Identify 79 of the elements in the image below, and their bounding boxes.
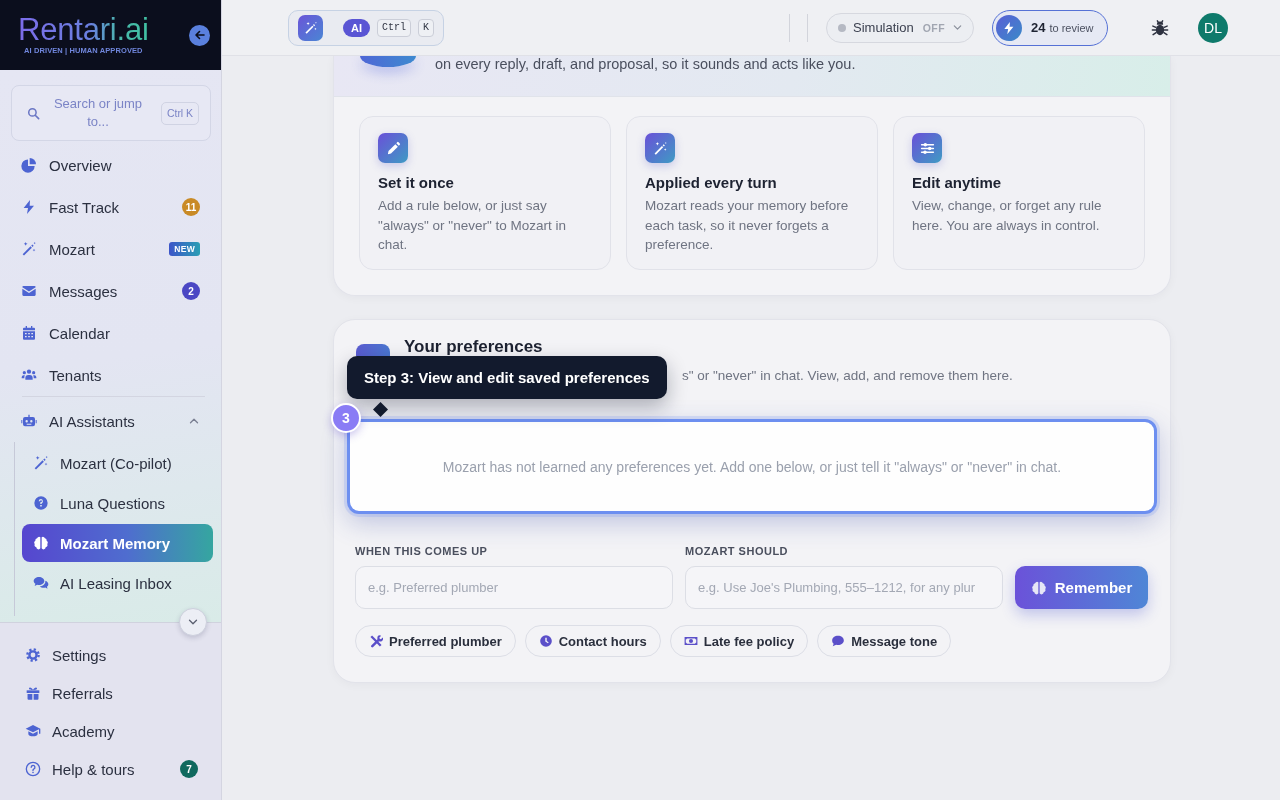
arrow-left-icon bbox=[193, 29, 206, 41]
text-input[interactable]: e.g. Preferred plumber bbox=[355, 566, 673, 609]
help-icon bbox=[25, 761, 41, 777]
nav-item[interactable]: Help & tours bbox=[0, 752, 143, 786]
speech-bubble-icon bbox=[831, 634, 846, 648]
nav-item[interactable]: Academy bbox=[0, 714, 123, 748]
brain-icon bbox=[33, 535, 49, 551]
nav-item[interactable]: Mozart Memory bbox=[22, 524, 213, 562]
lightning-icon bbox=[996, 14, 1022, 41]
field-label: MOZART SHOULD bbox=[685, 545, 790, 558]
nav-item[interactable]: Calendar bbox=[0, 314, 118, 352]
user-avatar[interactable]: DL bbox=[1198, 12, 1228, 43]
simulation-toggle[interactable]: Simulation OFF bbox=[826, 12, 974, 43]
feature-description: Mozart reads your memory before each task, so it never forgets a preference. bbox=[645, 197, 850, 254]
suggestion-chip[interactable]: Message tone bbox=[817, 625, 952, 657]
settings-icon bbox=[25, 647, 41, 663]
nav-item[interactable]: Luna Questions bbox=[22, 484, 213, 522]
suggestion-chip[interactable]: Contact hours bbox=[524, 625, 661, 657]
feature-description: Add a rule below, or just say "always" or "never" to Mozart in chat. bbox=[378, 197, 567, 254]
people-icon bbox=[21, 367, 37, 383]
nav-item[interactable]: Tenants bbox=[0, 356, 110, 394]
nav-item[interactable]: AI Leasing Inbox bbox=[22, 564, 213, 602]
keyboard-key: Ctrl bbox=[376, 18, 411, 37]
feature-title: Edit anytime bbox=[912, 173, 1003, 193]
intro-text: on every reply, draft, and proposal, so it sounds and acts like you. bbox=[435, 56, 856, 72]
section-description: s" or "never" in chat. View, add, and remove them here. bbox=[682, 367, 1013, 385]
nav-item[interactable]: Referrals bbox=[0, 676, 121, 710]
text-input[interactable]: e.g. Use Joe's Plumbing, 555–1212, for any plur bbox=[685, 566, 1003, 609]
remember-button[interactable]: Remember bbox=[1015, 566, 1148, 609]
pointer-icon bbox=[373, 402, 388, 417]
field-label: WHEN THIS COMES UP bbox=[355, 545, 489, 558]
nav-group[interactable]: AI Assistants bbox=[0, 402, 143, 440]
suggestion-chip[interactable]: Late fee policy bbox=[669, 625, 809, 657]
tile-icon bbox=[356, 344, 390, 356]
brain-icon bbox=[1030, 579, 1047, 596]
step-number: 3 bbox=[331, 403, 361, 433]
graduation-cap-icon bbox=[25, 723, 41, 739]
question-icon bbox=[33, 495, 49, 511]
nav-item[interactable]: Settings bbox=[0, 638, 115, 672]
search-icon bbox=[27, 106, 40, 120]
magic-wand-icon bbox=[33, 455, 49, 471]
pie-chart-icon bbox=[21, 157, 37, 173]
empty-state-text: Mozart has not learned any preferences yet. Add one below, or just tell it "always" or "never" in chat. bbox=[442, 458, 1062, 475]
magic-wand-icon bbox=[21, 241, 37, 257]
ai-tag: AI bbox=[343, 18, 370, 37]
chevron-down-icon bbox=[952, 22, 964, 33]
review-button[interactable]: 24 to review bbox=[992, 9, 1108, 46]
pencil-icon bbox=[378, 133, 408, 163]
banknote-icon bbox=[683, 634, 698, 648]
new-badge: NEW bbox=[169, 242, 200, 256]
chat-bubbles-icon bbox=[33, 575, 49, 591]
clock-icon bbox=[538, 634, 553, 648]
tools-icon bbox=[369, 634, 383, 648]
calendar-icon bbox=[21, 325, 37, 341]
nav-item[interactable]: Messages bbox=[0, 272, 126, 310]
keyboard-key: K bbox=[418, 18, 434, 37]
robot-icon bbox=[21, 413, 37, 429]
bug-icon[interactable] bbox=[1151, 18, 1169, 37]
sliders-icon bbox=[912, 133, 942, 163]
count-badge: 7 bbox=[180, 760, 198, 778]
nav-item[interactable]: Mozart (Co-pilot) bbox=[22, 444, 213, 482]
feature-title: Applied every turn bbox=[645, 173, 778, 193]
collapse-sidebar-button[interactable] bbox=[189, 24, 210, 46]
keyboard-shortcut: Ctrl K bbox=[161, 101, 199, 125]
suggestion-chip[interactable]: Preferred plumber bbox=[355, 625, 516, 657]
envelope-icon bbox=[21, 283, 37, 299]
count-badge: 2 bbox=[182, 282, 200, 300]
feature-description: View, change, or forget any rule here. You are always in control. bbox=[912, 197, 1103, 235]
ai-command-button[interactable]: AI Ctrl K bbox=[288, 9, 444, 46]
count-badge: 11 bbox=[182, 198, 200, 216]
tour-tooltip: Step 3: View and edit saved preferences bbox=[347, 356, 667, 399]
nav-item[interactable]: Fast Track bbox=[0, 188, 127, 226]
nav-item[interactable]: Overview bbox=[0, 146, 120, 184]
gift-icon bbox=[25, 685, 41, 701]
nav-item[interactable]: Mozart bbox=[0, 230, 103, 268]
feature-title: Set it once bbox=[378, 173, 455, 193]
magic-wand-icon bbox=[645, 133, 675, 163]
section-title: Your preferences bbox=[404, 338, 544, 356]
magic-wand-icon bbox=[298, 14, 323, 41]
